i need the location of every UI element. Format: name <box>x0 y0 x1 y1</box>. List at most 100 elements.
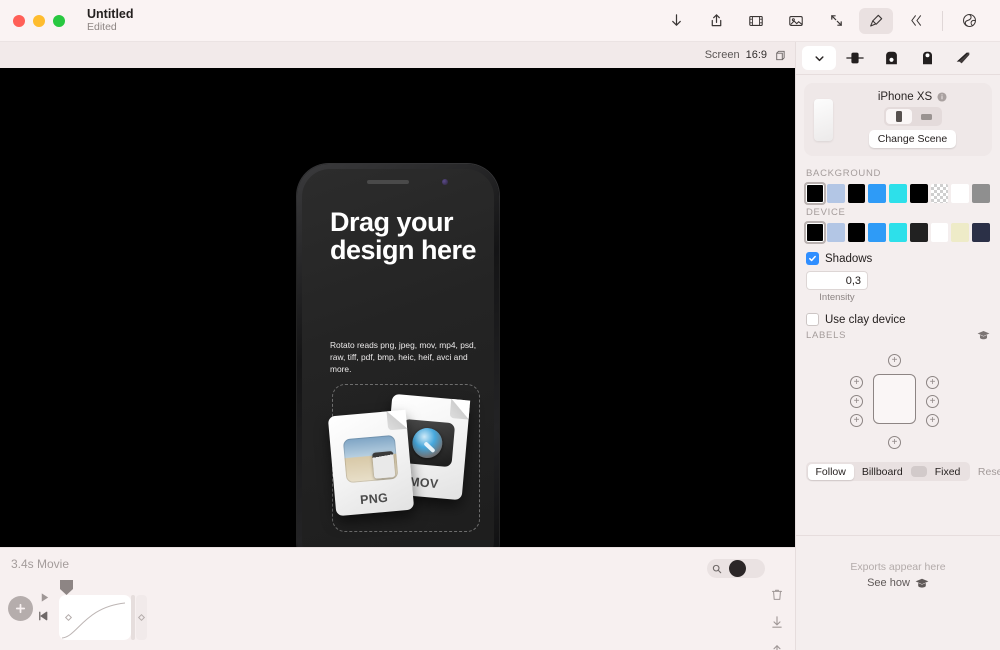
left-column: Screen 16:9 Drag your design here Rotato… <box>0 42 795 650</box>
image-icon[interactable] <box>779 8 813 34</box>
orientation-portrait-button[interactable] <box>886 109 912 124</box>
background-swatch[interactable] <box>806 184 824 203</box>
download-icon[interactable] <box>770 615 784 629</box>
background-swatch[interactable] <box>972 184 990 203</box>
expand-icon[interactable] <box>819 8 853 34</box>
panel-tabs <box>796 42 1000 75</box>
add-label-right-top[interactable]: + <box>926 376 939 389</box>
clay-device-row[interactable]: Use clay device <box>796 303 1000 326</box>
clip-trim-handle[interactable] <box>131 595 135 640</box>
background-swatch[interactable] <box>889 184 907 203</box>
timeline: 3.4s Movie <box>0 547 795 650</box>
label-mode-billboard[interactable]: Billboard <box>854 464 911 480</box>
clip-placeholder[interactable] <box>136 595 147 640</box>
background-swatch[interactable] <box>848 184 866 203</box>
layers-icon[interactable] <box>899 8 933 34</box>
device-swatch[interactable] <box>972 223 990 242</box>
close-button[interactable] <box>13 15 25 27</box>
background-swatch-transparent[interactable] <box>931 184 949 203</box>
aspect-rotate-icon[interactable] <box>773 49 786 62</box>
segment-divider <box>911 466 927 477</box>
device-swatch[interactable] <box>868 223 886 242</box>
zoom-slider-knob[interactable] <box>729 560 746 577</box>
background-swatch[interactable] <box>827 184 845 203</box>
brush-icon[interactable] <box>859 8 893 34</box>
orientation-landscape-button[interactable] <box>914 109 940 124</box>
download-icon[interactable] <box>659 8 693 34</box>
device-angle-tab[interactable] <box>946 46 980 70</box>
canvas-viewport[interactable]: Drag your design here Rotato reads png, … <box>0 68 795 547</box>
device-swatch[interactable] <box>848 223 866 242</box>
add-label-top[interactable]: + <box>888 354 901 367</box>
graduation-cap-icon[interactable] <box>977 330 990 341</box>
keyframe-handle[interactable] <box>138 614 145 621</box>
device-swatches <box>796 223 1000 242</box>
device-front-tab[interactable] <box>874 46 908 70</box>
timeline-side-actions <box>770 588 784 650</box>
device-swatch[interactable] <box>889 223 907 242</box>
add-label-left-bottom[interactable]: + <box>850 414 863 427</box>
app-body: Screen 16:9 Drag your design here Rotato… <box>0 42 1000 650</box>
playhead[interactable] <box>60 580 73 595</box>
device-swatch[interactable] <box>806 223 824 242</box>
change-scene-button[interactable]: Change Scene <box>869 130 956 148</box>
film-icon[interactable] <box>739 8 773 34</box>
see-how-link[interactable]: See how <box>867 577 929 589</box>
graduation-cap-icon <box>915 578 929 589</box>
device-swatch[interactable] <box>910 223 928 242</box>
preview-app-icon <box>343 435 399 483</box>
page-fold <box>387 410 408 431</box>
exports-empty-text: Exports appear here <box>850 561 945 573</box>
globe-icon[interactable] <box>952 8 986 34</box>
background-swatch[interactable] <box>910 184 928 203</box>
add-label-left-top[interactable]: + <box>850 376 863 389</box>
minimize-button[interactable] <box>33 15 45 27</box>
device-swatch[interactable] <box>931 223 949 242</box>
shadows-checkbox[interactable] <box>806 252 819 265</box>
share-icon[interactable] <box>699 8 733 34</box>
file-card-png: PNG <box>328 410 414 516</box>
scene-device-name: iPhone XS <box>878 91 947 103</box>
label-mode-follow[interactable]: Follow <box>808 464 854 480</box>
intensity-caption: Intensity <box>806 290 868 303</box>
intensity-input[interactable]: 0,3 <box>806 271 868 290</box>
rotato-app-window: Untitled Edited <box>0 0 1000 650</box>
canvas-ratio[interactable]: 16:9 <box>746 49 767 61</box>
add-label-right-bottom[interactable]: + <box>926 414 939 427</box>
maximize-button[interactable] <box>53 15 65 27</box>
clay-device-label: Use clay device <box>825 314 906 326</box>
background-swatch[interactable] <box>951 184 969 203</box>
device-back-tab[interactable] <box>910 46 944 70</box>
orientation-toggle <box>884 107 942 126</box>
device-mockup[interactable]: Drag your design here Rotato reads png, … <box>297 164 499 547</box>
magnifier-icon <box>707 564 722 574</box>
timeline-title: 3.4s Movie <box>11 557 69 571</box>
device-swatch[interactable] <box>827 223 845 242</box>
labels-reset-button[interactable]: Reset <box>978 466 1000 478</box>
labels-device-outline <box>873 374 916 424</box>
scene-card: iPhone XS <box>804 83 992 156</box>
device-swatch[interactable] <box>951 223 969 242</box>
add-label-bottom[interactable]: + <box>888 436 901 449</box>
skip-to-start-button[interactable] <box>37 610 49 622</box>
background-swatch[interactable] <box>868 184 886 203</box>
timeline-zoom-slider[interactable] <box>707 559 765 578</box>
labels-section-label: LABELS <box>796 326 1000 346</box>
add-clip-button[interactable] <box>8 596 33 621</box>
add-label-left-mid[interactable]: + <box>850 395 863 408</box>
shadows-row[interactable]: Shadows <box>796 242 1000 265</box>
timeline-clip[interactable] <box>59 595 131 640</box>
trash-icon[interactable] <box>770 588 784 602</box>
chevron-down-tab[interactable] <box>802 46 836 70</box>
play-button[interactable] <box>39 592 50 603</box>
device-side-tab[interactable] <box>838 46 872 70</box>
clay-device-checkbox[interactable] <box>806 313 819 326</box>
label-mode-fixed[interactable]: Fixed <box>927 464 969 480</box>
device-screen[interactable]: Drag your design here Rotato reads png, … <box>302 169 494 547</box>
upload-icon[interactable] <box>770 642 784 650</box>
mockup-headline: Drag your design here <box>330 209 480 265</box>
panel-content: iPhone XS <box>796 75 1000 535</box>
add-label-right-mid[interactable]: + <box>926 395 939 408</box>
info-icon[interactable] <box>937 92 947 102</box>
device-section-label: DEVICE <box>796 203 1000 223</box>
